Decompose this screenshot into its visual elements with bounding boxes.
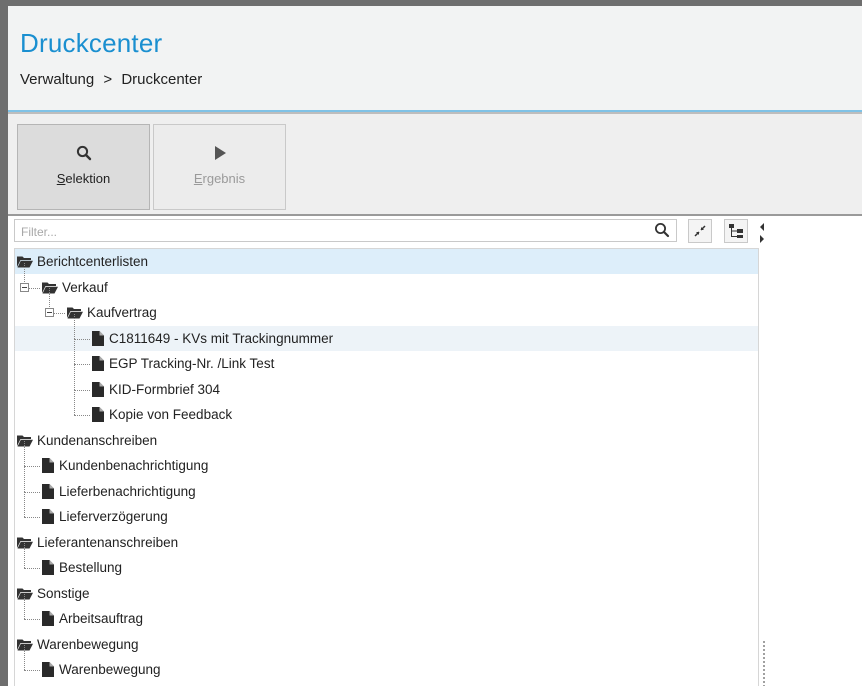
- splitter-toggle-icon[interactable]: [759, 222, 765, 249]
- tree-row-kid[interactable]: KID-Formbrief 304: [15, 364, 758, 402]
- tree-connector: [24, 466, 25, 492]
- tree-structure-icon: [729, 224, 743, 238]
- tree-connector: [24, 670, 40, 671]
- tree-node-label: Kopie von Feedback: [109, 407, 233, 422]
- tree-row-warenbewegung-folder[interactable]: Warenbewegung: [15, 632, 758, 657]
- search-icon: [18, 145, 149, 165]
- tree-row-kundenanschreiben[interactable]: Kundenanschreiben: [15, 428, 758, 453]
- collapse-all-button[interactable]: [688, 219, 712, 243]
- collapse-icon: [694, 225, 706, 237]
- tree-connector: [74, 415, 90, 416]
- tree-node-label: Berichtcenterlisten: [37, 254, 149, 269]
- tree-connector: [74, 364, 75, 390]
- selektion-button[interactable]: Selektion: [17, 124, 150, 210]
- splitter-grip[interactable]: [762, 640, 766, 686]
- tree-row-c1811649[interactable]: C1811649 - KVs mit Trackingnummer: [15, 313, 758, 351]
- breadcrumb: Verwaltung > Druckcenter: [20, 71, 202, 88]
- tree-connector: [24, 441, 25, 466]
- tree-node-label: Kundenanschreiben: [37, 432, 158, 448]
- filter-box: [14, 219, 677, 242]
- tree-row-warenbewegung-doc[interactable]: Warenbewegung: [15, 645, 758, 682]
- tree-node-label: Warenbewegung: [59, 662, 161, 677]
- tree-row-lieferbenachrichtigung[interactable]: Lieferbenachrichtigung: [15, 466, 758, 504]
- tree-connector: [24, 492, 25, 517]
- tree-row-arbeitsauftrag[interactable]: Arbeitsauftrag: [15, 594, 758, 631]
- tree-node-label: Warenbewegung: [37, 636, 139, 652]
- tree-row-lieferantenanschreiben[interactable]: Lieferantenanschreiben: [15, 530, 758, 555]
- report-tree: Berichtcenterlisten Verkauf Kaufvertrag C18…: [14, 248, 759, 686]
- toolbar-divider: [8, 214, 862, 216]
- tree-connector: [24, 517, 40, 518]
- breadcrumb-separator: >: [103, 71, 113, 88]
- tree-row-bestellung[interactable]: Bestellung: [15, 543, 758, 580]
- tree-node-label: Lieferverzögerung: [59, 509, 168, 524]
- tree-row-verkauf[interactable]: Verkauf: [15, 262, 758, 300]
- tree-connector: [74, 390, 75, 415]
- tree-connector: [74, 364, 90, 365]
- expand-tree-button[interactable]: [724, 219, 748, 243]
- page-header: Druckcenter Verwaltung > Druckcenter: [8, 6, 862, 110]
- tree-row-berichtcenterlisten[interactable]: Berichtcenterlisten: [15, 249, 758, 274]
- tree-node-label: C1811649 - KVs mit Trackingnummer: [109, 330, 334, 346]
- tree-connector: [24, 491, 40, 493]
- tree-connector: [74, 313, 75, 339]
- selektion-label: Selektion: [56, 171, 111, 186]
- tree-connector: [74, 339, 75, 364]
- tree-node-label: Kaufvertrag: [87, 305, 157, 320]
- tree-row-kopie[interactable]: Kopie von Feedback: [15, 390, 758, 427]
- filter-search-icon[interactable]: [654, 222, 670, 243]
- tree-node-label: Sonstige: [37, 585, 90, 601]
- tree-node-label: Lieferantenanschreiben: [37, 534, 179, 550]
- tree-connector: [24, 619, 40, 620]
- tree-row-lieferverzoegerung[interactable]: Lieferverzögerung: [15, 492, 758, 529]
- tree-row-sonstige[interactable]: Sonstige: [15, 581, 758, 606]
- tree-node-label: Verkauf: [62, 279, 108, 295]
- tree-node-label: EGP Tracking-Nr. /Link Test: [109, 356, 275, 371]
- tree-connector: [24, 645, 25, 670]
- tree-connector: [74, 389, 90, 391]
- tree-row-kaufvertrag[interactable]: Kaufvertrag: [15, 288, 758, 325]
- tree-connector: [74, 338, 90, 340]
- play-icon: [154, 145, 285, 165]
- tree-connector: [24, 568, 40, 569]
- tree-connector: [24, 466, 40, 467]
- tree-node-label: Arbeitsauftrag: [59, 611, 144, 626]
- toolbar: Selektion Ergebnis: [8, 112, 862, 214]
- tree-node-label: Lieferbenachrichtigung: [59, 483, 196, 499]
- page-title: Druckcenter: [20, 28, 163, 58]
- tree-node-label: KID-Formbrief 304: [109, 381, 221, 397]
- tree-node-label: Kundenbenachrichtigung: [59, 458, 209, 473]
- breadcrumb-item-druckcenter: Druckcenter: [121, 71, 203, 88]
- tree-row-kundenbenachrichtigung[interactable]: Kundenbenachrichtigung: [15, 441, 758, 478]
- tree-row-egp[interactable]: EGP Tracking-Nr. /Link Test: [15, 339, 758, 376]
- breadcrumb-item-verwaltung[interactable]: Verwaltung: [20, 71, 94, 88]
- tree-connector: [24, 543, 25, 568]
- window-frame-left: [0, 0, 8, 686]
- tree-connector: [24, 594, 25, 619]
- filter-input[interactable]: [19, 221, 643, 242]
- ergebnis-label: Ergebnis: [193, 171, 246, 186]
- tree-node-label: Bestellung: [59, 560, 123, 575]
- ergebnis-button[interactable]: Ergebnis: [153, 124, 286, 210]
